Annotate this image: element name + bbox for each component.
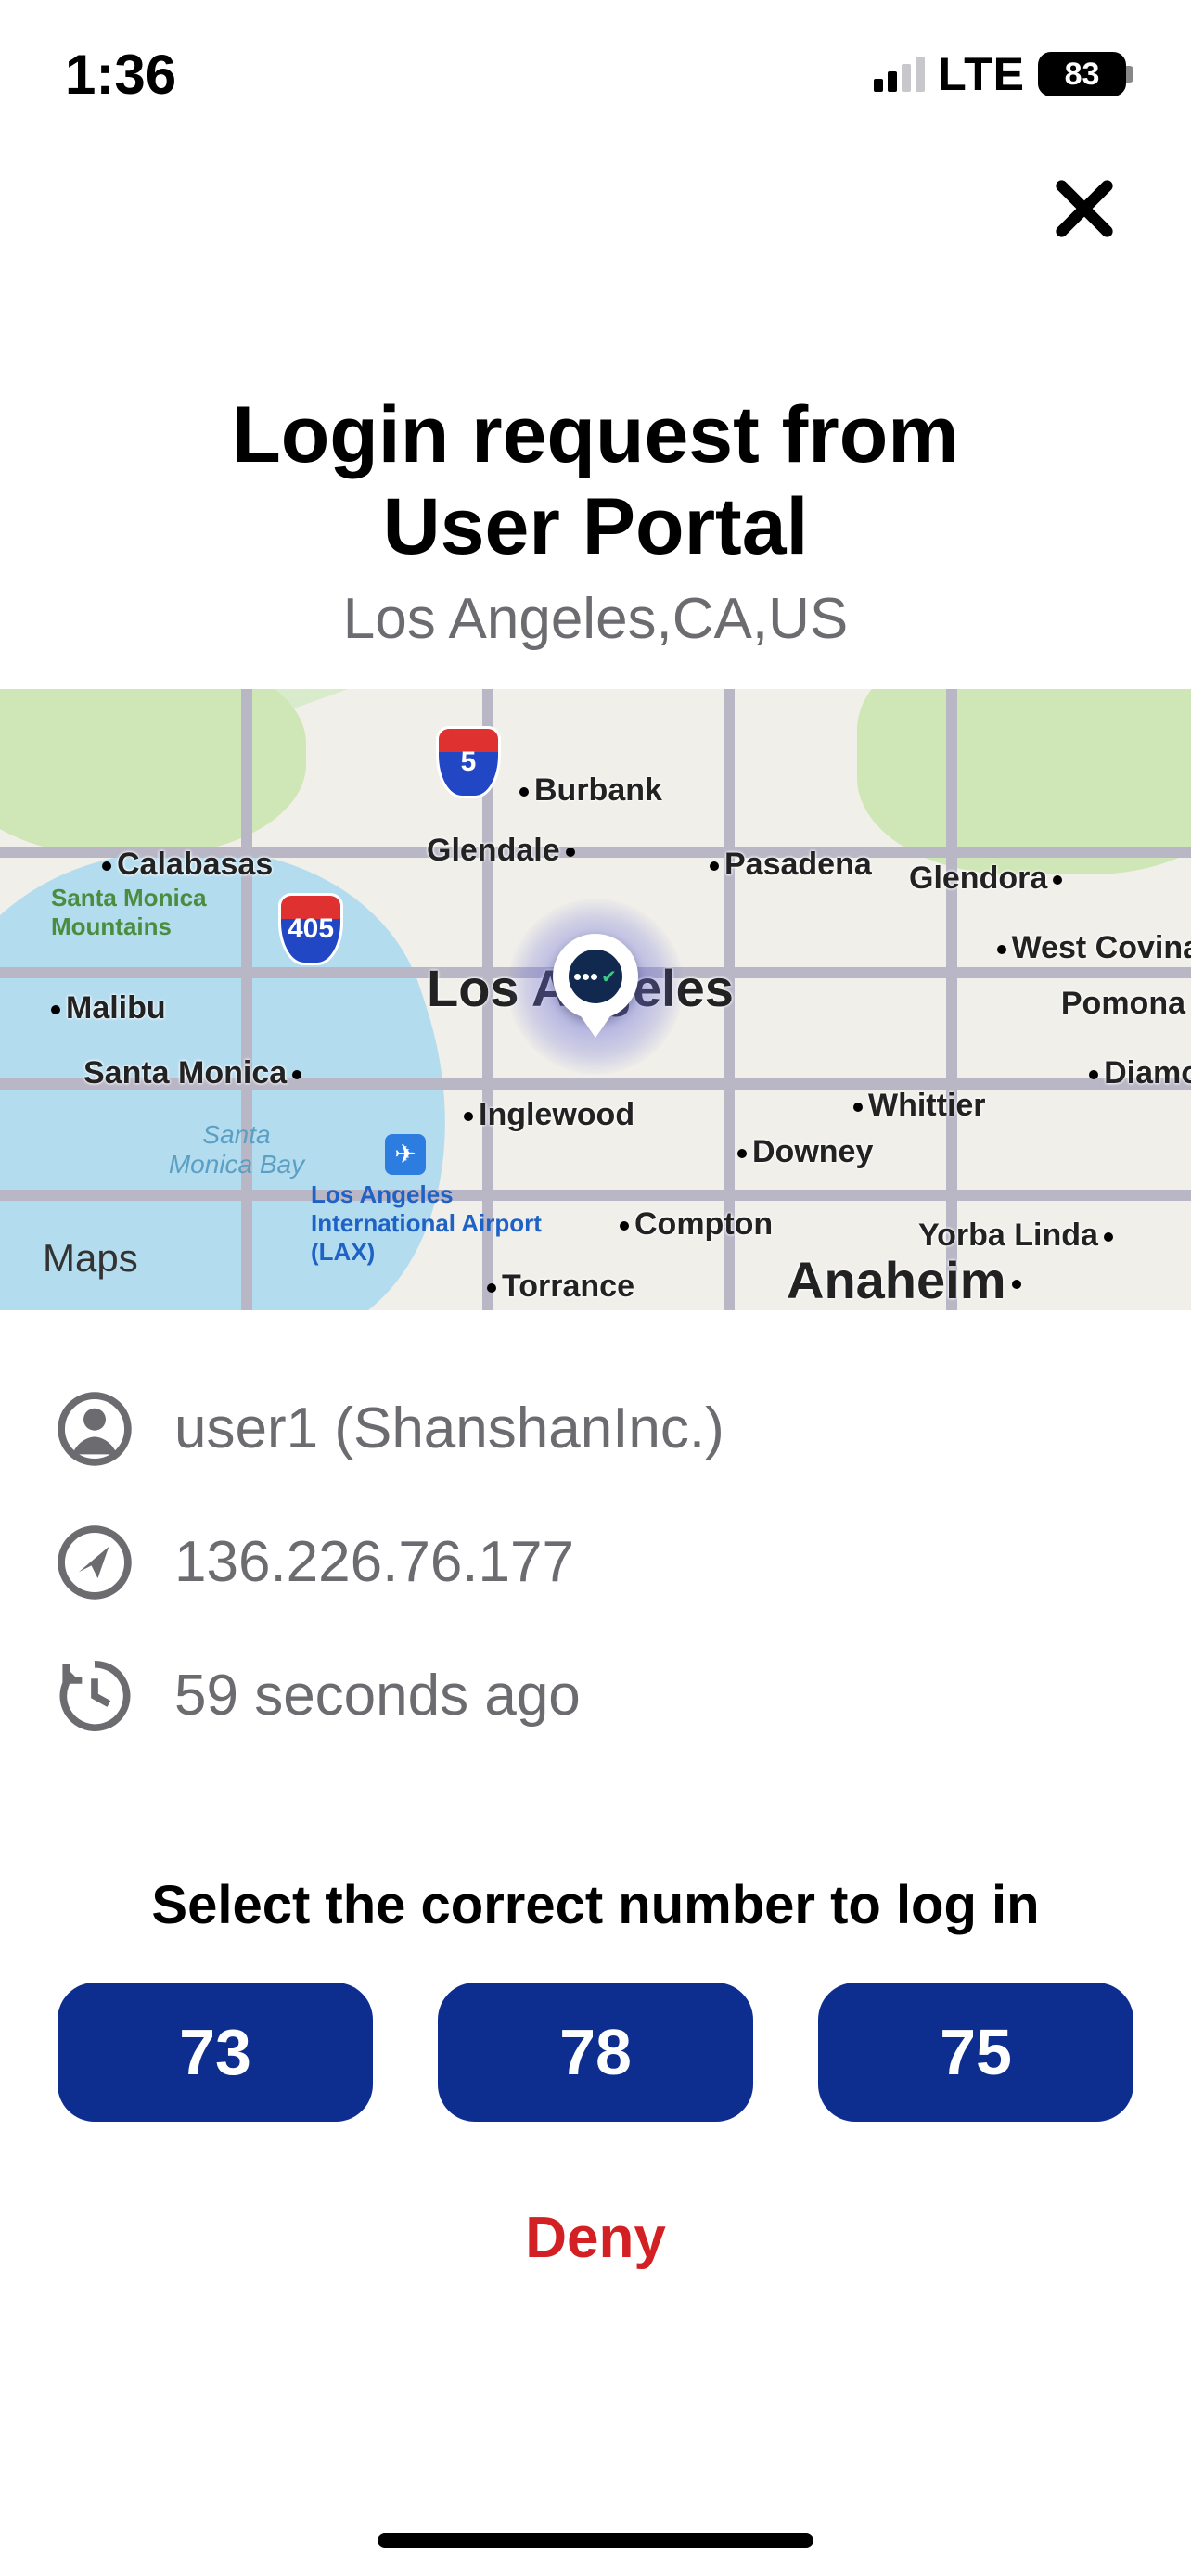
user-icon [52, 1386, 137, 1472]
status-right: LTE 83 [874, 47, 1126, 101]
city-label: Torrance [487, 1269, 634, 1305]
page-title: Login request from User Portal [56, 389, 1135, 573]
city-label: Anaheim [787, 1250, 1021, 1310]
home-indicator[interactable] [378, 2533, 813, 2548]
network-type: LTE [938, 47, 1025, 101]
cellular-signal-icon [874, 57, 925, 92]
location-subtitle: Los Angeles,CA,US [56, 586, 1135, 652]
city-label: Burbank [519, 772, 662, 809]
challenge-prompt: Select the correct number to log in [56, 1874, 1135, 1936]
number-challenge: Select the correct number to log in 73 7… [0, 1772, 1191, 2271]
city-label: Calabasas [102, 847, 273, 883]
city-label: Inglewood [464, 1097, 634, 1133]
city-label: Pasadena [710, 847, 872, 883]
user-row: user1 (ShanshanInc.) [52, 1362, 1139, 1496]
city-label: Malibu [51, 990, 166, 1027]
status-time: 1:36 [65, 43, 176, 107]
map-pin-icon: ✔ [553, 934, 638, 1019]
battery-icon: 83 [1038, 52, 1126, 96]
location-map[interactable]: 5 405 Burbank Glendale Calabasas Pasaden… [0, 689, 1191, 1310]
ip-row: 136.226.76.177 [52, 1496, 1139, 1629]
time-value: 59 seconds ago [174, 1663, 581, 1728]
city-label: Yorba Linda [918, 1218, 1113, 1254]
clock-history-icon [52, 1653, 137, 1739]
city-label: Santa Monica [83, 1055, 301, 1091]
challenge-option-3[interactable]: 75 [818, 1983, 1133, 2122]
ip-value: 136.226.76.177 [174, 1529, 574, 1595]
request-details: user1 (ShanshanInc.) 136.226.76.177 59 s… [0, 1310, 1191, 1772]
city-label: Glendale [427, 833, 575, 869]
close-button[interactable] [1043, 167, 1126, 250]
airport-label: Los Angeles International Airport (LAX) [311, 1180, 552, 1267]
close-icon [1052, 176, 1117, 241]
title-block: Login request from User Portal Los Angel… [0, 269, 1191, 689]
deny-button[interactable]: Deny [525, 2205, 666, 2271]
city-label: Compton [620, 1206, 773, 1243]
challenge-option-1[interactable]: 73 [58, 1983, 373, 2122]
city-label: Diamo [1089, 1055, 1191, 1091]
city-label: Downey [737, 1134, 873, 1170]
status-bar: 1:36 LTE 83 [0, 0, 1191, 130]
interstate-405-shield-icon: 405 [278, 893, 343, 965]
user-value: user1 (ShanshanInc.) [174, 1396, 724, 1461]
city-label: Glendora [909, 861, 1062, 897]
location-arrow-icon [52, 1520, 137, 1605]
airport-icon: ✈ [385, 1134, 426, 1175]
battery-percentage: 83 [1065, 57, 1100, 93]
city-label: Whittier [853, 1088, 986, 1124]
park-label: Santa Monica Mountains [51, 884, 255, 941]
title-line2: User Portal [383, 482, 809, 571]
bay-label: Santa Monica Bay [162, 1120, 311, 1180]
title-line1: Login request from [232, 390, 959, 479]
time-row: 59 seconds ago [52, 1629, 1139, 1763]
challenge-option-2[interactable]: 78 [438, 1983, 753, 2122]
city-label: Pomona [1061, 986, 1191, 1022]
interstate-5-shield-icon: 5 [436, 726, 501, 798]
city-label: West Covina [997, 930, 1191, 966]
maps-attribution: Maps [37, 1236, 138, 1281]
